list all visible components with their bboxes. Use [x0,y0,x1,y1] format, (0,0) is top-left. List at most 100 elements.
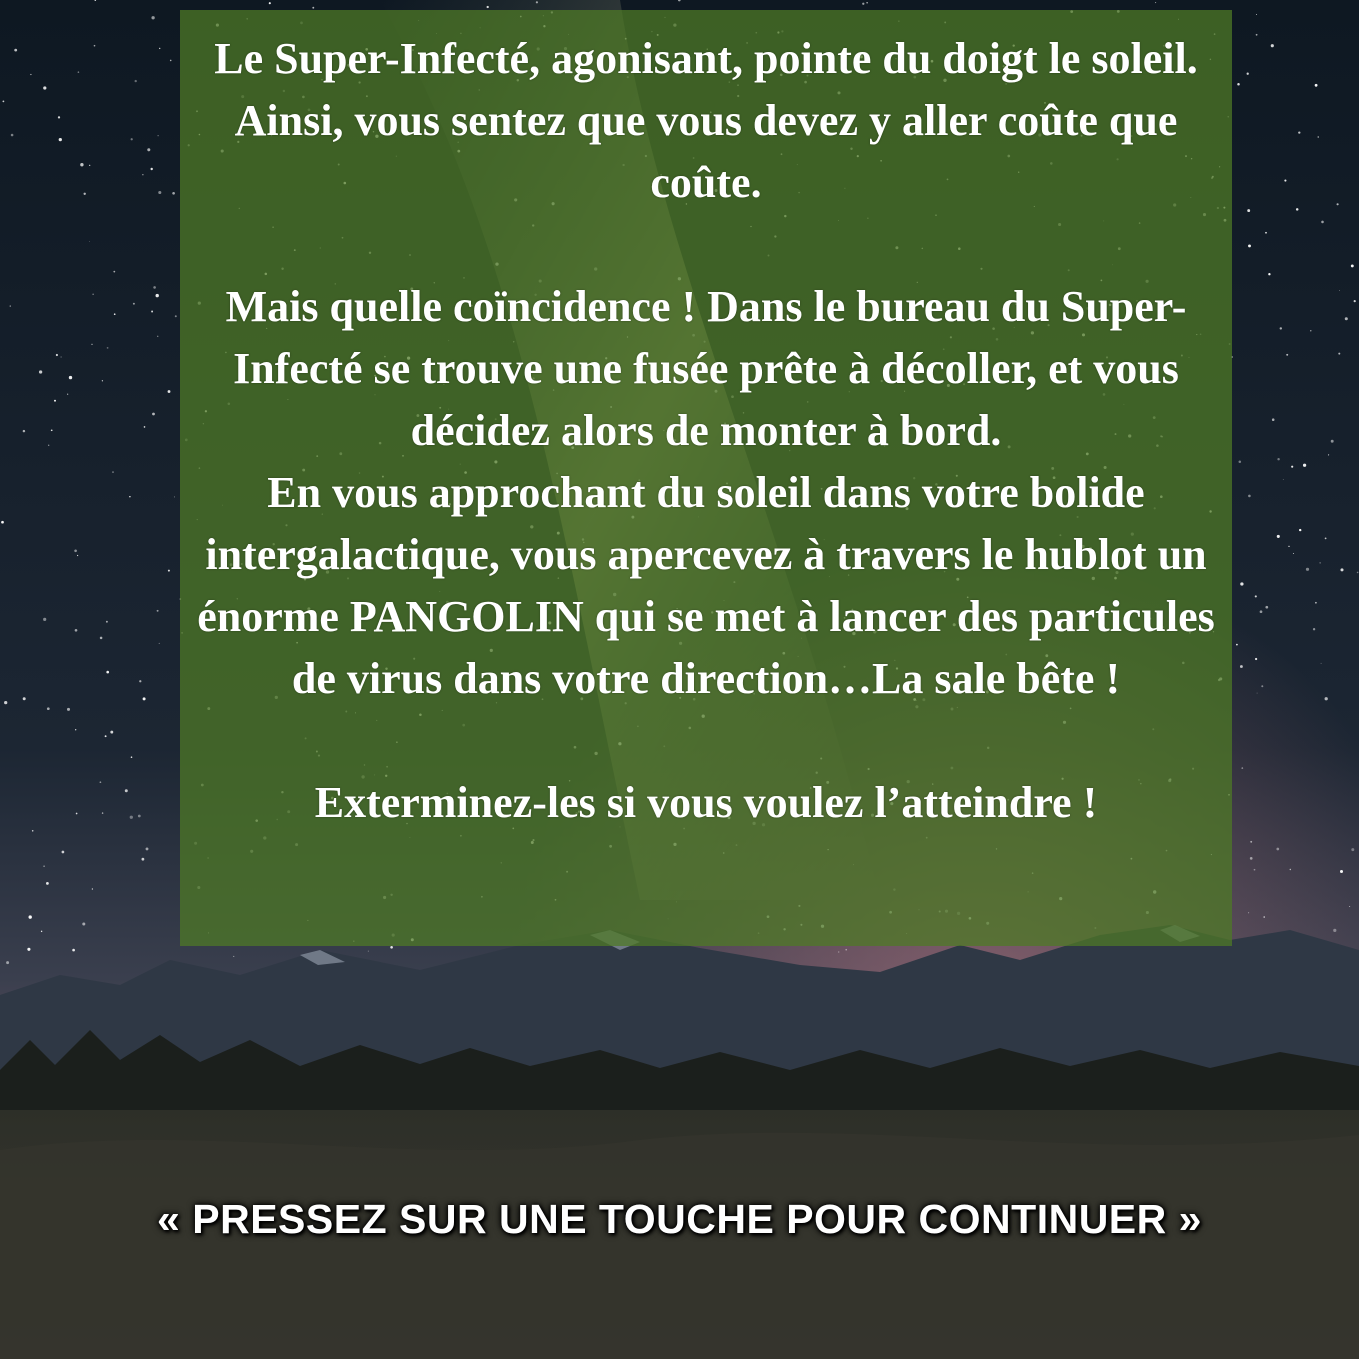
star [535,1,539,4]
star [1295,208,1299,211]
star [1315,601,1317,604]
star [1240,582,1244,586]
star [76,554,79,557]
story-text-panel: Le Super-Infecté, agonisant, pointe du d… [180,10,1232,946]
star [1353,300,1356,303]
star [141,857,145,861]
star [156,609,159,612]
star [22,429,26,433]
star [1250,840,1253,843]
star [1288,545,1290,548]
star [169,59,172,62]
star [152,412,155,416]
star [233,955,235,957]
star [48,444,50,446]
star [1336,203,1339,206]
star [145,847,149,851]
star [1253,868,1256,871]
star [1321,220,1324,224]
star [66,707,71,711]
star [1339,869,1344,874]
star [862,2,865,5]
story-paragraph-1: Le Super-Infecté, agonisant, pointe du d… [214,34,1198,207]
star [1284,179,1287,182]
star [367,950,369,952]
star [1236,643,1238,646]
story-paragraph-2: Mais quelle coïncidence ! Dans le bureau… [225,282,1187,455]
star [1299,528,1302,532]
star [845,948,848,951]
star [158,642,160,644]
star [88,241,90,242]
star [1350,264,1354,268]
star [30,73,32,76]
star [28,915,32,919]
star [132,302,135,305]
star [142,174,144,176]
star [1248,244,1251,248]
star [142,697,146,701]
star [1320,662,1322,664]
star [1305,567,1310,571]
star [1276,847,1280,851]
star [91,343,93,345]
star [159,47,161,50]
star [1324,697,1328,701]
star [92,293,94,295]
star [101,812,104,814]
star [1248,494,1251,498]
star [93,44,96,47]
star [80,163,84,167]
star [1328,454,1330,456]
star [1302,463,1307,467]
star [68,375,73,380]
star [60,356,62,358]
star [1155,2,1157,4]
star [113,270,116,273]
star [158,190,162,195]
star [134,79,137,83]
star [1238,460,1242,464]
star [139,680,142,683]
continue-prompt[interactable]: « PRESSEZ SUR UNE TOUCHE POUR CONTINUER … [0,1196,1359,1243]
star [113,313,116,316]
star [4,700,8,705]
star [72,948,75,952]
star [10,133,14,137]
star [1340,568,1344,572]
star [1291,465,1294,468]
star [46,707,50,711]
story-paragraph-3: En vous approchant du soleil dans votre … [197,468,1215,703]
star [31,830,34,832]
star [1276,534,1280,538]
star [46,882,49,885]
star [1351,848,1355,852]
star [1268,273,1271,276]
star [50,429,53,432]
star [89,164,91,166]
star [75,812,78,815]
star [151,16,155,20]
star [268,2,271,5]
star [1261,685,1264,688]
star [54,399,56,402]
star [137,814,141,818]
hills [0,1132,1359,1359]
star [1254,595,1257,598]
star [1,520,4,524]
star [27,947,31,951]
star [1265,231,1267,234]
star [150,167,153,171]
star [1356,571,1359,574]
star [105,620,108,623]
star [1292,552,1295,555]
star [1249,857,1253,860]
star [1248,912,1250,914]
star [1282,479,1284,480]
star [1319,562,1321,564]
star [1239,665,1243,668]
star [172,191,175,195]
star [83,192,86,195]
star [1312,628,1316,631]
